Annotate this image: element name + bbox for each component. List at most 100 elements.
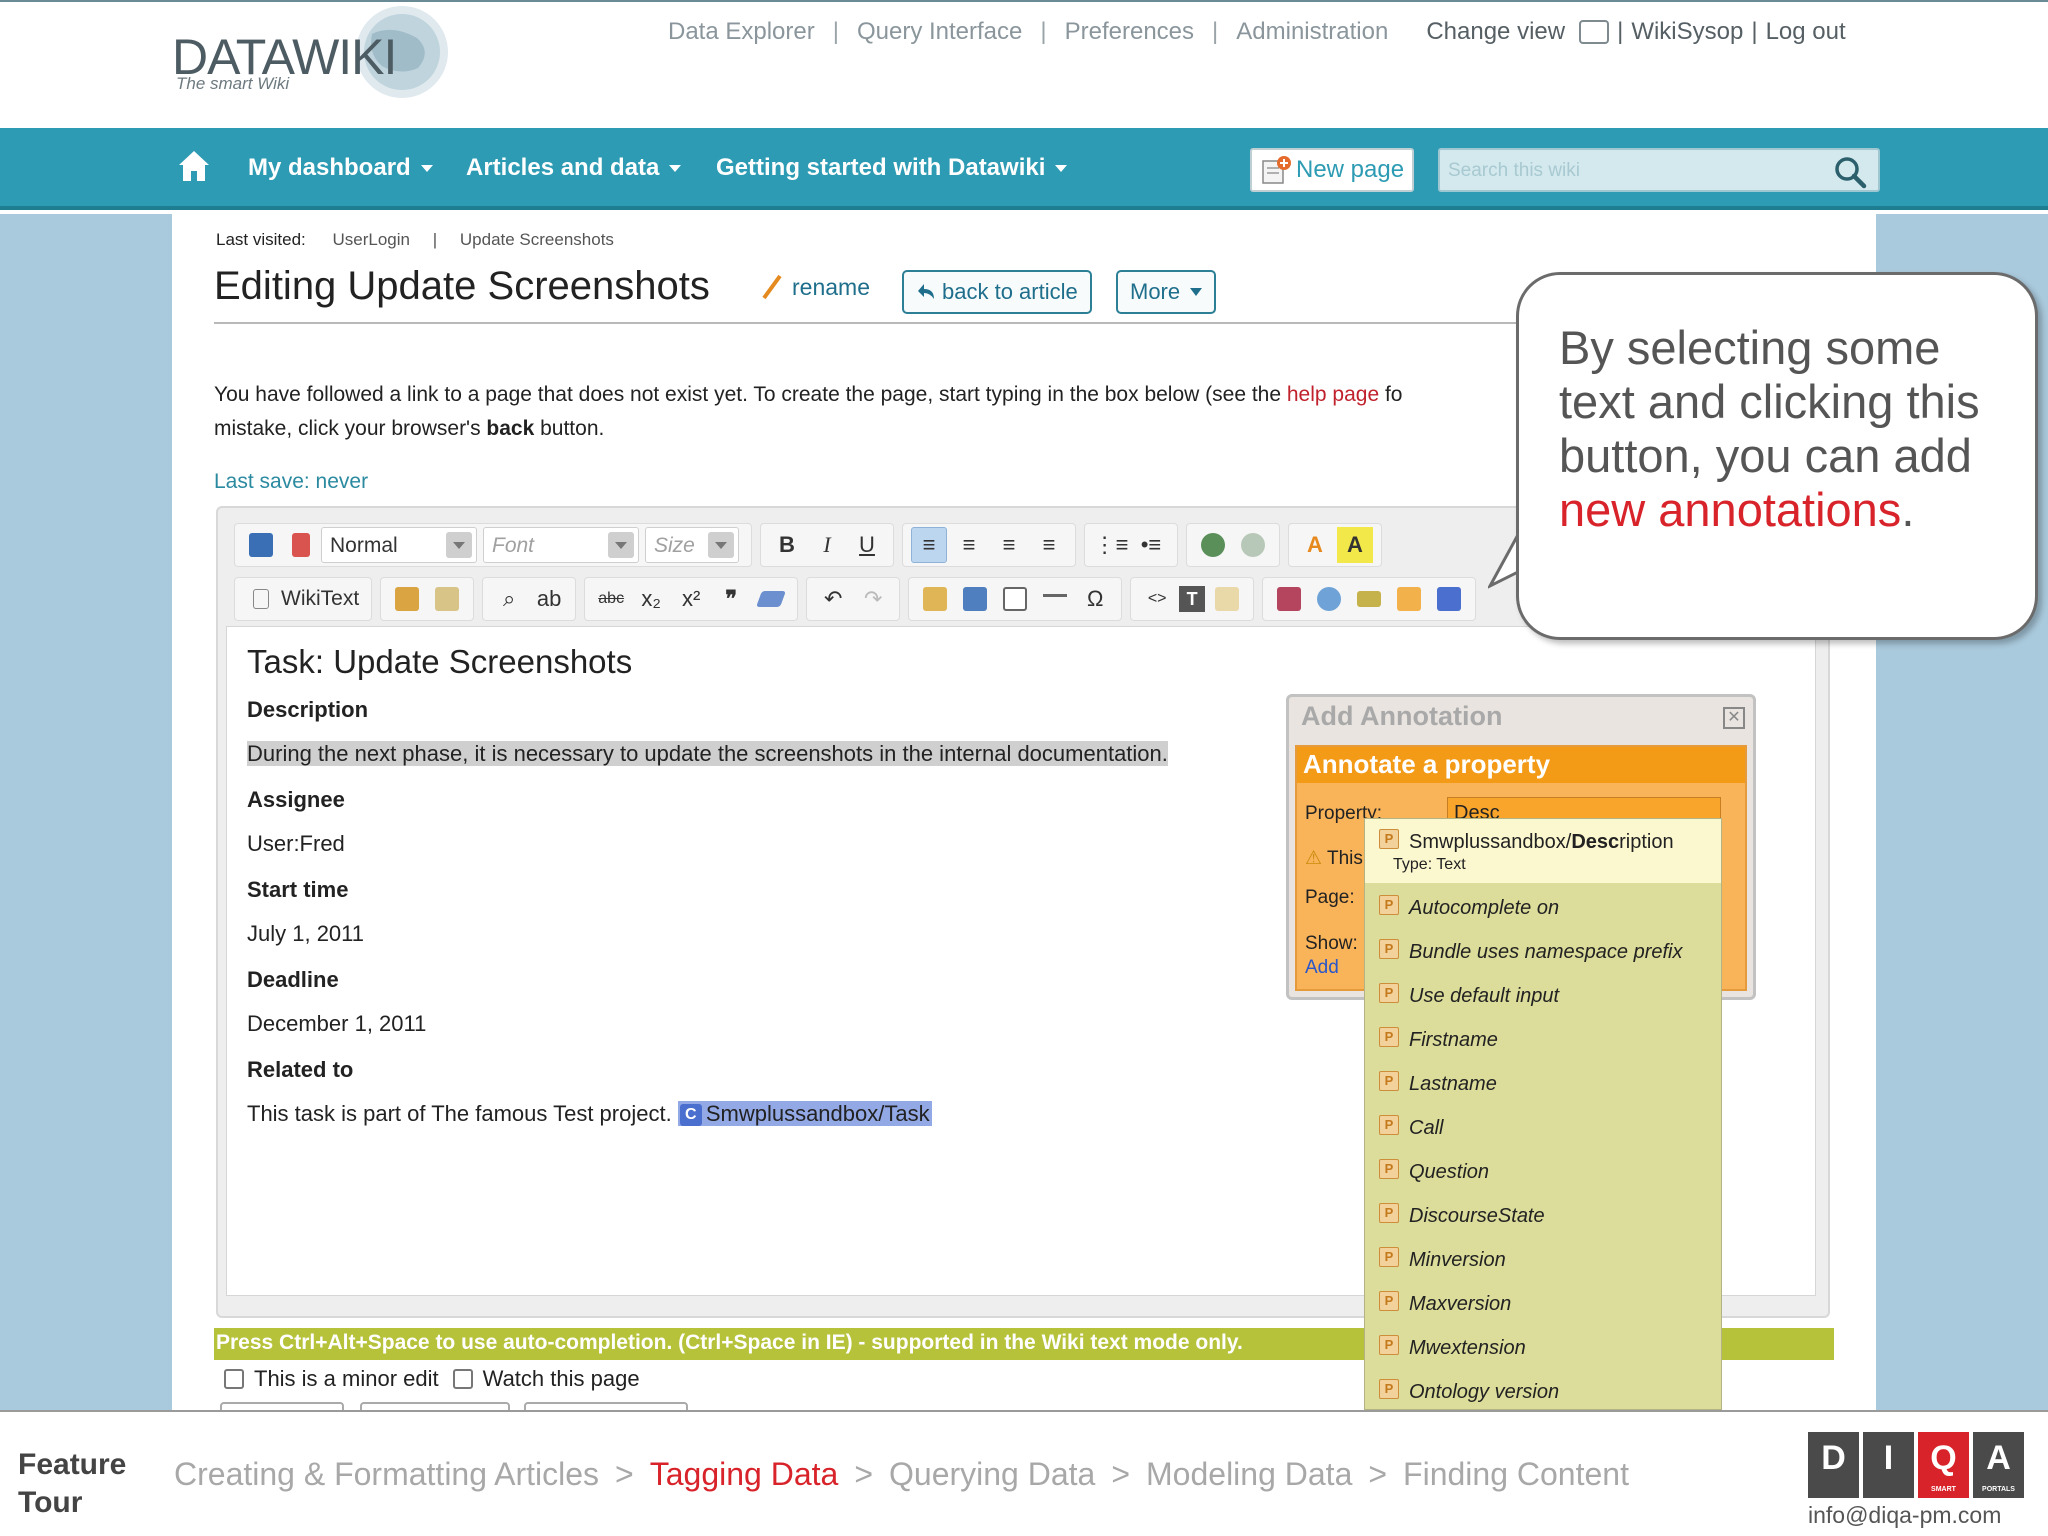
suggestion-item[interactable]: P Maxversion: [1365, 1279, 1721, 1323]
suggestion-item[interactable]: P Firstname: [1365, 1015, 1721, 1059]
undo-icon[interactable]: ↶: [815, 581, 851, 617]
suggestion-item[interactable]: P Minversion: [1365, 1235, 1721, 1279]
suggestion-item-highlighted[interactable]: P Smwplussandbox/Description Type: Text: [1365, 819, 1721, 883]
paste-text-icon[interactable]: [429, 581, 465, 617]
align-center-icon[interactable]: ≡: [951, 527, 987, 563]
tour-step[interactable]: Creating & Formatting Articles: [174, 1456, 599, 1492]
category-annotation[interactable]: C Smwplussandbox/Task: [677, 1101, 932, 1127]
preferences-link[interactable]: Preferences: [1065, 18, 1194, 46]
nav-my-dashboard[interactable]: My dashboard: [248, 154, 433, 182]
diqa-logo[interactable]: D I Q SMART A PORTALS: [1808, 1432, 2024, 1498]
exit-icon[interactable]: [283, 527, 319, 563]
image-icon[interactable]: [917, 581, 953, 617]
suggestion-item[interactable]: P Autocomplete on: [1365, 883, 1721, 927]
align-right-icon[interactable]: ≡: [991, 527, 1027, 563]
background-color-icon[interactable]: A: [1337, 527, 1373, 563]
add-property-icon[interactable]: [1391, 581, 1427, 617]
query-interface-link[interactable]: Query Interface: [857, 18, 1022, 46]
format-select[interactable]: Normal: [321, 527, 477, 563]
bold-button[interactable]: B: [769, 527, 805, 563]
underline-button[interactable]: U: [849, 527, 885, 563]
eraser-icon[interactable]: [753, 581, 789, 617]
suggestion-item[interactable]: P Question: [1365, 1147, 1721, 1191]
data-explorer-link[interactable]: Data Explorer: [668, 18, 815, 46]
italic-button[interactable]: I: [809, 527, 845, 563]
rename-link[interactable]: rename: [760, 272, 870, 302]
assignee-value: User:Fred: [247, 831, 345, 856]
close-icon[interactable]: ✕: [1723, 707, 1745, 729]
tour-step[interactable]: Modeling Data: [1146, 1456, 1352, 1492]
horizontal-rule-icon[interactable]: [1037, 581, 1073, 617]
new-page-button[interactable]: New page: [1250, 148, 1414, 192]
chevron-down-icon: [1190, 288, 1203, 296]
breadcrumb-item[interactable]: Update Screenshots: [460, 230, 614, 249]
strikethrough-icon[interactable]: abc: [593, 581, 629, 617]
template-icon[interactable]: T: [1179, 586, 1206, 612]
feature-tour-label-line: Feature: [18, 1448, 127, 1481]
user-link[interactable]: WikiSysop: [1631, 18, 1743, 46]
search-icon[interactable]: [1832, 154, 1868, 190]
wikitext-button[interactable]: WikiText: [281, 587, 359, 611]
property-icon: P: [1379, 1379, 1399, 1399]
add-annotation-link[interactable]: Add: [1305, 957, 1339, 979]
numbered-list-icon[interactable]: ⋮≡: [1093, 527, 1129, 563]
suggestion-item[interactable]: P Lastname: [1365, 1059, 1721, 1103]
source-icon[interactable]: <>: [1139, 581, 1175, 617]
related-to-value: This task is part of The famous Test pro…: [247, 1101, 932, 1127]
administration-link[interactable]: Administration: [1236, 18, 1388, 46]
suggestion-item[interactable]: P Call: [1365, 1103, 1721, 1147]
change-view-icon[interactable]: [1579, 20, 1610, 44]
breadcrumb-item[interactable]: UserLogin: [333, 230, 411, 249]
redo-icon[interactable]: ↷: [855, 581, 891, 617]
back-to-article-button[interactable]: back to article: [902, 270, 1092, 314]
tour-step[interactable]: Finding Content: [1403, 1456, 1629, 1492]
tour-step[interactable]: Tagging Data: [650, 1456, 839, 1492]
tour-step[interactable]: Querying Data: [889, 1456, 1095, 1492]
query-icon[interactable]: [1271, 581, 1307, 617]
table-icon[interactable]: [997, 581, 1033, 617]
add-category-icon[interactable]: [1431, 581, 1467, 617]
diqa-letter: Q: [1930, 1439, 1957, 1477]
web-service-icon[interactable]: [1311, 581, 1347, 617]
change-view-link[interactable]: Change view: [1426, 18, 1565, 46]
text-color-icon[interactable]: A: [1297, 527, 1333, 563]
unlink-icon[interactable]: [1235, 527, 1271, 563]
minor-edit-checkbox[interactable]: [224, 1369, 244, 1389]
size-select[interactable]: Size: [645, 527, 739, 563]
contact-email[interactable]: info@diqa-pm.com: [1808, 1502, 2001, 1529]
page-title: Editing Update Screenshots: [214, 264, 710, 308]
bullet-list-icon[interactable]: •≡: [1133, 527, 1169, 563]
paste-icon[interactable]: [389, 581, 425, 617]
property-icon: P: [1379, 1335, 1399, 1355]
more-button[interactable]: More: [1116, 270, 1217, 314]
subscript-icon[interactable]: x₂: [633, 581, 669, 617]
edit-template-icon[interactable]: [1209, 581, 1245, 617]
link-icon[interactable]: [1195, 527, 1231, 563]
align-justify-icon[interactable]: ≡: [1031, 527, 1067, 563]
help-page-link[interactable]: help page: [1287, 383, 1379, 406]
blockquote-icon[interactable]: ❞: [713, 581, 749, 617]
align-left-icon[interactable]: ≡: [911, 527, 947, 563]
suggestion-item[interactable]: P Bundle uses namespace prefix: [1365, 927, 1721, 971]
selected-text[interactable]: During the next phase, it is necessary t…: [247, 741, 1168, 766]
suggestion-item[interactable]: P DiscourseState: [1365, 1191, 1721, 1235]
save-icon[interactable]: [243, 527, 279, 563]
find-icon[interactable]: ⌕: [491, 581, 527, 617]
suggestion-item[interactable]: P Mwextension: [1365, 1323, 1721, 1367]
logout-link[interactable]: Log out: [1766, 18, 1846, 46]
search-input[interactable]: [1448, 158, 1808, 184]
upload-icon[interactable]: [957, 581, 993, 617]
datawiki-logo[interactable]: DATAWIKI The smart Wiki: [172, 6, 448, 102]
nav-articles-and-data[interactable]: Articles and data: [466, 154, 682, 182]
suggestion-item[interactable]: P Use default input: [1365, 971, 1721, 1015]
annotation-toolbar-icon[interactable]: [1351, 581, 1387, 617]
font-select[interactable]: Font: [483, 527, 639, 563]
nav-getting-started[interactable]: Getting started with Datawiki: [716, 154, 1068, 182]
special-char-icon[interactable]: Ω: [1077, 581, 1113, 617]
superscript-icon[interactable]: x²: [673, 581, 709, 617]
wikitext-icon[interactable]: [243, 581, 279, 617]
replace-icon[interactable]: ab: [531, 581, 567, 617]
home-icon[interactable]: [176, 148, 212, 184]
watch-page-checkbox[interactable]: [452, 1369, 473, 1389]
suggestion-item[interactable]: P Ontology version: [1365, 1367, 1721, 1409]
